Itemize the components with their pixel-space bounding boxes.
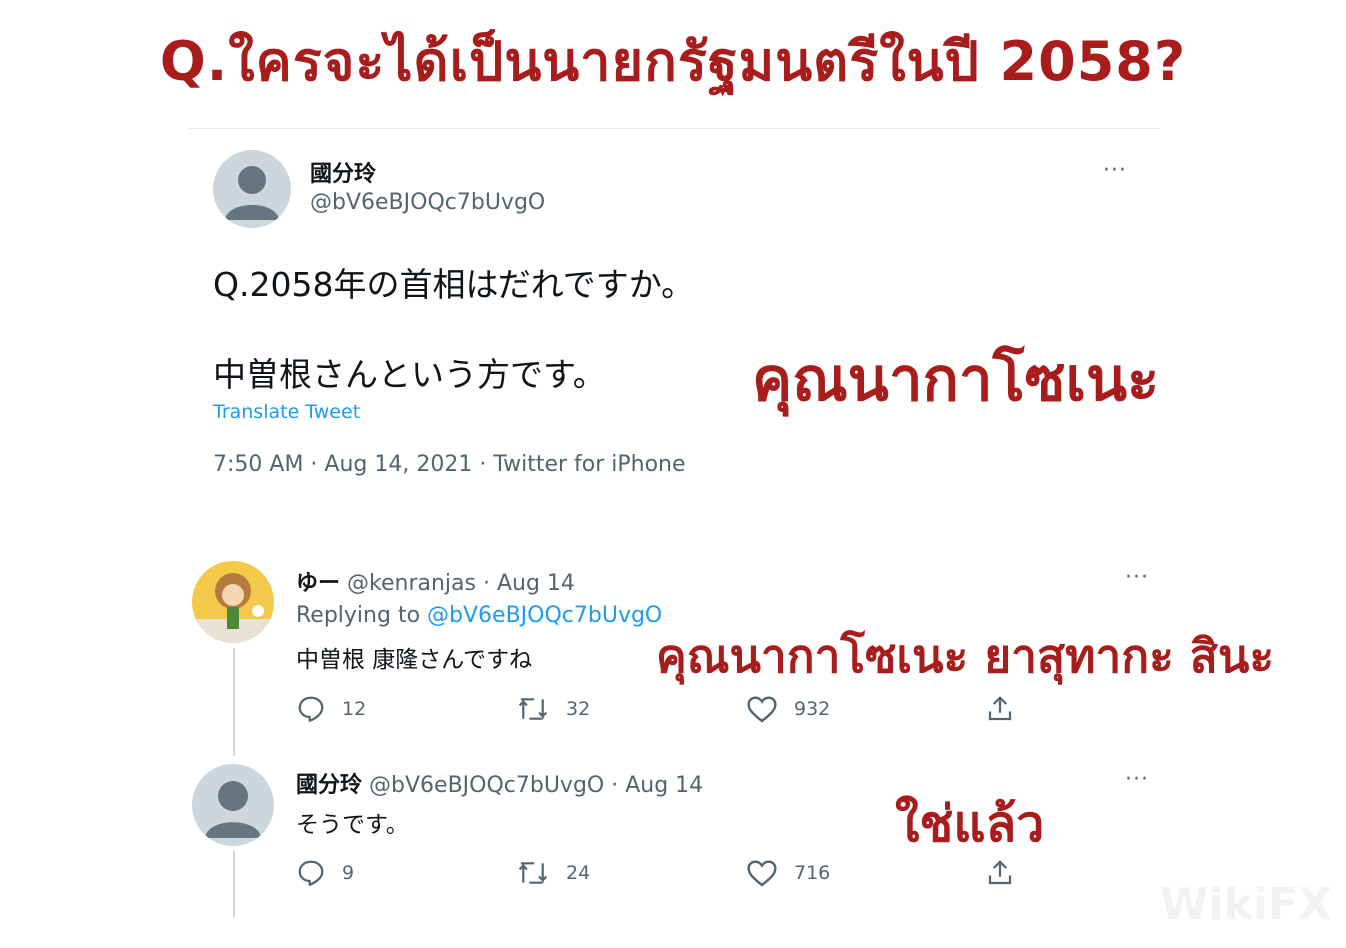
reply1-reply-button[interactable]: 12: [296, 694, 366, 724]
reply1-retweet-button[interactable]: 32: [516, 694, 590, 724]
reply1-avatar[interactable]: [192, 561, 274, 643]
headline: Q.ใครจะได้เป็นนายกรัฐมนตรีในปี 2058?: [159, 30, 1187, 93]
reply-icon: [298, 860, 324, 886]
reply2-author-name[interactable]: 國分玲: [296, 773, 362, 798]
default-avatar-icon: [213, 150, 291, 228]
reply1-header: ゆー @kenranjas · Aug 14: [296, 565, 575, 597]
reply2-more-icon[interactable]: ···: [1125, 767, 1149, 792]
main-tweet-line1: Q.2058年の首相はだれですか。: [213, 265, 695, 304]
overlay-caption-reply2: ใช่แล้ว: [895, 795, 1045, 853]
reply1-like-button[interactable]: 932: [746, 694, 830, 724]
reply2-like-count: 716: [794, 862, 831, 884]
like-icon: [747, 860, 777, 887]
translate-tweet-link[interactable]: Translate Tweet: [213, 401, 360, 423]
reply2-handle-date[interactable]: @bV6eBJOQc7bUvgO · Aug 14: [369, 773, 703, 798]
main-more-icon[interactable]: ···: [1103, 158, 1127, 183]
replying-to-mention[interactable]: @bV6eBJOQc7bUvgO: [427, 603, 662, 628]
reply1-text: 中曽根 康隆さんですね: [296, 647, 533, 673]
reply1-like-count: 932: [794, 698, 831, 720]
replying-to-label: Replying to: [296, 603, 421, 628]
reply1-handle-date[interactable]: @kenranjas · Aug 14: [347, 571, 575, 596]
reply2-avatar[interactable]: [192, 764, 274, 846]
share-icon: [988, 860, 1012, 885]
main-avatar[interactable]: [213, 150, 291, 228]
thread-line-lower: [233, 851, 235, 917]
anime-avatar-icon: [192, 561, 274, 643]
reply2-retweet-count: 24: [566, 862, 591, 884]
retweet-icon: [518, 862, 548, 884]
reply2-share-button[interactable]: [985, 858, 1031, 888]
reply1-retweet-count: 32: [566, 698, 591, 720]
reply2-like-button[interactable]: 716: [746, 858, 830, 888]
reply1-reply-count: 12: [342, 698, 367, 720]
like-icon: [747, 696, 777, 723]
divider: [188, 128, 1160, 129]
reply1-author-name[interactable]: ゆー: [296, 571, 340, 596]
reply-icon: [298, 696, 324, 722]
replying-to: Replying to @bV6eBJOQc7bUvgO: [296, 603, 662, 628]
main-author-handle[interactable]: @bV6eBJOQc7bUvgO: [310, 190, 545, 215]
reply2-retweet-button[interactable]: 24: [516, 858, 590, 888]
reply1-more-icon[interactable]: ···: [1125, 565, 1149, 590]
retweet-icon: [518, 698, 548, 720]
reply2-reply-count: 9: [342, 862, 355, 884]
reply1-share-button[interactable]: [985, 694, 1031, 724]
thread-line: [233, 648, 235, 756]
overlay-caption-main: คุณนากาโซเนะ: [752, 345, 1160, 415]
reply2-reply-button[interactable]: 9: [296, 858, 354, 888]
default-avatar-icon: [192, 764, 274, 846]
share-icon: [988, 696, 1012, 721]
main-tweet-line2: 中曽根さんという方です。: [213, 355, 606, 394]
watermark: WikiFX: [1160, 879, 1332, 930]
main-author-name[interactable]: 國分玲: [310, 156, 376, 188]
reply2-header: 國分玲 @bV6eBJOQc7bUvgO · Aug 14: [296, 767, 703, 799]
overlay-caption-reply1: คุณนากาโซเนะ ยาสุทากะ สินะ: [656, 629, 1275, 683]
tweet-meta: 7:50 AM · Aug 14, 2021 · Twitter for iPh…: [213, 452, 686, 477]
reply2-text: そうです。: [296, 812, 409, 838]
